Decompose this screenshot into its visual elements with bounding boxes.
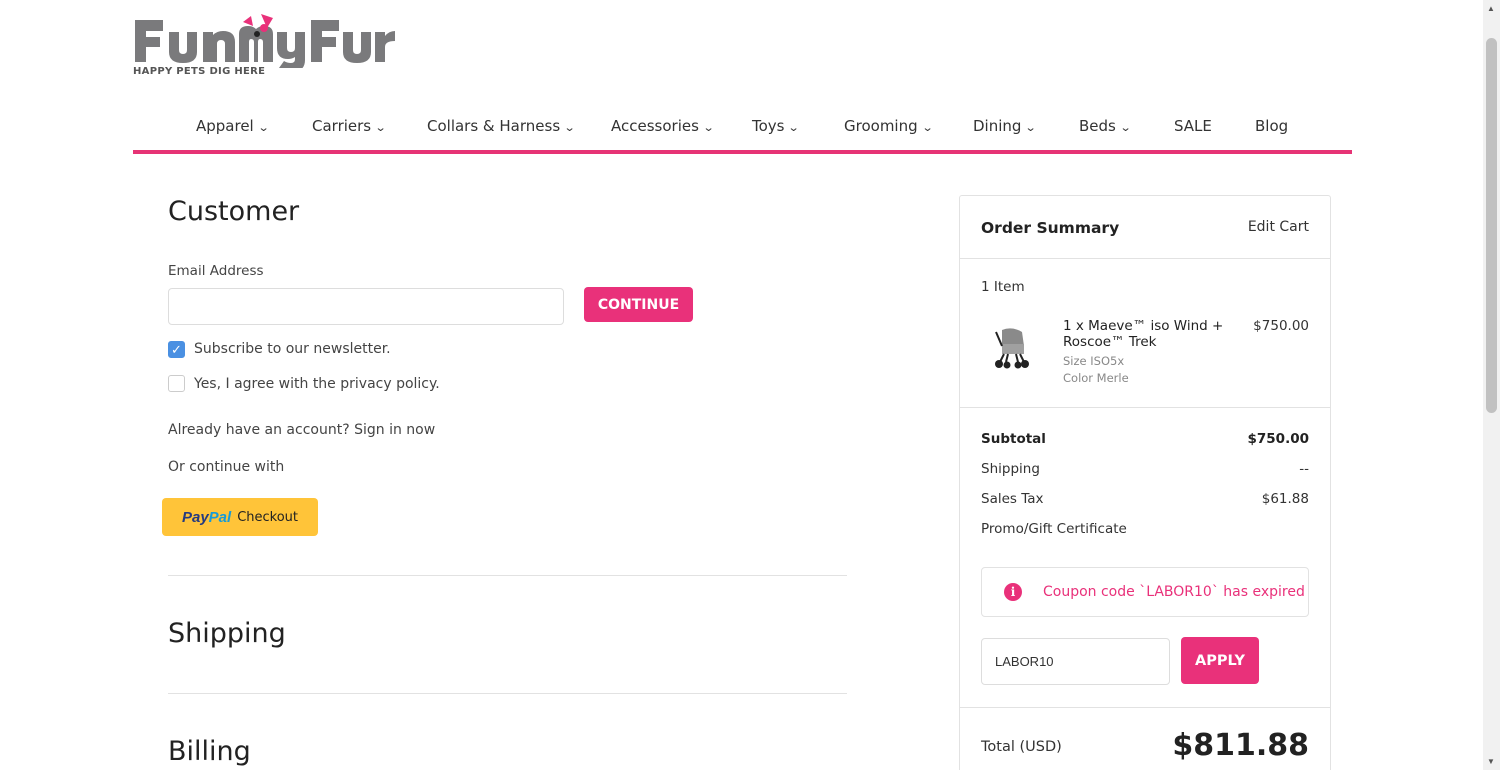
newsletter-checkbox[interactable]: ✓ [168,341,185,358]
chevron-down-icon: ⌄ [257,121,270,134]
site-logo[interactable]: HAPPY PETS DIG HERE [131,12,396,80]
nav-label: Accessories [611,117,699,135]
nav-label: Blog [1255,117,1289,135]
product-thumbnail [990,324,1034,370]
shipping-value: -- [1299,461,1309,477]
nav-label: Apparel [196,117,254,135]
main-navigation: Apparel ⌄ Carriers ⌄ Collars & Harness ⌄ Ac… [133,111,1352,154]
nav-item-dining[interactable]: Dining ⌄ [973,117,1038,135]
scroll-down-arrow-icon[interactable]: ▼ [1487,757,1495,766]
nav-item-sale[interactable]: SALE [1174,117,1212,135]
edit-cart-link[interactable]: Edit Cart [1248,219,1309,235]
signin-link[interactable]: Already have an account? Sign in now [168,422,435,438]
info-icon: i [1004,583,1022,601]
customer-section-title: Customer [168,196,300,227]
section-divider [168,693,847,694]
summary-divider [960,407,1330,408]
nav-item-blog[interactable]: Blog [1255,117,1288,135]
promo-gift-label: Promo/Gift Certificate [981,521,1127,537]
paypal-pay-text: Pay [181,508,209,526]
scrollbar-thumb[interactable] [1486,38,1497,413]
subtotal-label: Subtotal [981,431,1046,447]
item-name: 1 x Maeve™ iso Wind + Roscoe™ Trek [1063,318,1224,350]
subtotal-value: $750.00 [1247,431,1310,447]
total-label: Total (USD) [981,739,1062,755]
sales-tax-label: Sales Tax [981,491,1044,507]
chevron-down-icon: ⌄ [563,121,576,134]
item-color: Color Merle [1063,371,1129,385]
summary-divider [960,707,1330,708]
nav-label: SALE [1174,117,1212,135]
nav-item-toys[interactable]: Toys ⌄ [752,117,801,135]
page-scrollbar[interactable]: ▲ ▼ [1483,0,1500,770]
nav-label: Dining [973,117,1022,135]
chevron-down-icon: ⌄ [1025,121,1038,134]
paypal-pal-text: Pal [208,508,232,526]
coupon-error-text: Coupon code `LABOR10` has expired [1043,584,1305,600]
logo-tagline: HAPPY PETS DIG HERE [133,66,266,77]
nav-item-collars-harness[interactable]: Collars & Harness ⌄ [427,117,576,135]
total-value: $811.88 [1172,728,1309,763]
order-summary-panel: Order Summary Edit Cart 1 Item 1 x Maeve… [959,195,1331,770]
funnyfur-logo-icon [135,14,395,68]
summary-divider [960,258,1330,259]
apply-coupon-button[interactable]: APPLY [1181,637,1259,684]
email-input[interactable] [168,288,564,325]
nav-item-apparel[interactable]: Apparel ⌄ [196,117,270,135]
email-label: Email Address [168,263,264,279]
sales-tax-value: $61.88 [1261,491,1309,507]
nav-item-grooming[interactable]: Grooming ⌄ [844,117,934,135]
nav-label: Carriers [312,117,372,135]
paypal-checkout-button[interactable]: PayPal Checkout [162,498,318,536]
chevron-down-icon: ⌄ [1119,121,1132,134]
coupon-error-alert: i Coupon code `LABOR10` has expired [981,567,1309,617]
nav-label: Toys [752,117,785,135]
nav-label: Collars & Harness [427,117,561,135]
coupon-code-input[interactable]: LABOR10 [981,638,1170,685]
billing-section-title: Billing [168,736,251,767]
paypal-checkout-text: Checkout [237,509,299,525]
section-divider [168,575,847,576]
item-price: $750.00 [1253,318,1309,334]
nav-label: Grooming [844,117,918,135]
chevron-down-icon: ⌄ [374,121,387,134]
continue-button[interactable]: CONTINUE [584,287,693,322]
nav-item-beds[interactable]: Beds ⌄ [1079,117,1132,135]
item-size: Size ISO5x [1063,354,1125,368]
privacy-checkbox[interactable] [168,375,185,392]
or-continue-with-label: Or continue with [168,459,285,475]
nav-label: Beds [1079,117,1116,135]
stroller-icon [995,328,1029,369]
shipping-label: Shipping [981,461,1040,477]
item-count: 1 Item [981,279,1025,295]
privacy-label[interactable]: Yes, I agree with the privacy policy. [194,376,440,392]
paypal-logo-icon: PayPal [182,509,231,526]
chevron-down-icon: ⌄ [921,121,934,134]
newsletter-label[interactable]: Subscribe to our newsletter. [194,341,391,357]
chevron-down-icon: ⌄ [702,121,715,134]
order-summary-title: Order Summary [981,219,1120,237]
chevron-down-icon: ⌄ [788,121,801,134]
scroll-up-arrow-icon[interactable]: ▲ [1487,4,1495,13]
shipping-section-title: Shipping [168,618,286,649]
nav-item-accessories[interactable]: Accessories ⌄ [611,117,715,135]
nav-item-carriers[interactable]: Carriers ⌄ [312,117,387,135]
